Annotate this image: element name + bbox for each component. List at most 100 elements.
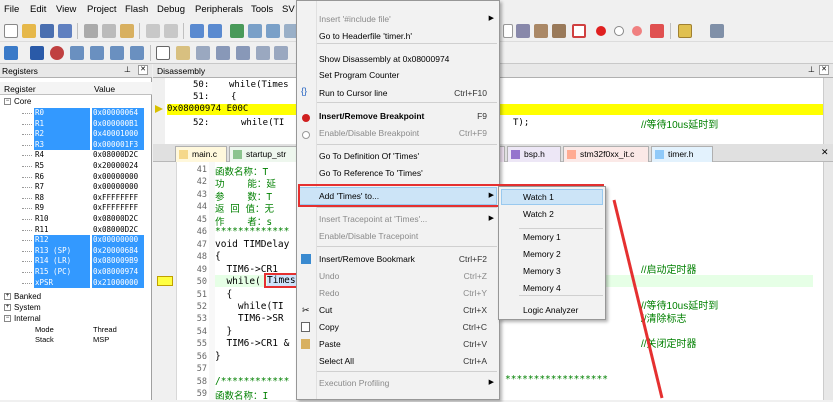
- code-line[interactable]: }: [215, 326, 232, 337]
- tab-bsp-h[interactable]: bsp.h: [507, 146, 561, 162]
- group-banked[interactable]: + Banked: [4, 292, 41, 303]
- column-register[interactable]: Register: [4, 84, 36, 94]
- register-value[interactable]: 0xFFFFFFFF: [92, 193, 144, 204]
- register-value[interactable]: 0xFFFFFFFF: [92, 203, 144, 214]
- register-value[interactable]: 0x000001F3: [92, 139, 144, 151]
- menu-tools[interactable]: Tools: [251, 4, 273, 15]
- register-value[interactable]: 0x40001000: [92, 129, 144, 140]
- context-menu-item[interactable]: Copy Ctrl+C: [297, 319, 499, 335]
- register-row[interactable]: R12 0x00000000: [0, 235, 152, 246]
- new-file-icon[interactable]: [4, 24, 18, 38]
- watch-window-icon[interactable]: [256, 46, 270, 60]
- debug-session-icon[interactable]: [572, 24, 586, 38]
- step-out-icon[interactable]: [110, 46, 124, 60]
- command-window-icon[interactable]: [156, 46, 170, 60]
- register-row[interactable]: R4 0x08000D2C: [0, 150, 152, 161]
- browse-icon[interactable]: [552, 24, 566, 38]
- target-dropdown[interactable]: [503, 24, 513, 38]
- context-menu-item[interactable]: Paste Ctrl+V: [297, 336, 499, 352]
- open-folder-icon[interactable]: [22, 24, 36, 38]
- code-line[interactable]: TIM6->CR1 &: [215, 338, 289, 349]
- register-value[interactable]: 0x00000000: [92, 172, 144, 183]
- run-to-cursor-icon[interactable]: [130, 46, 144, 60]
- reset-icon[interactable]: [4, 46, 18, 60]
- tab-timer-h[interactable]: timer.h: [651, 146, 713, 162]
- editor-scrollbar[interactable]: [823, 162, 833, 400]
- context-menu-item[interactable]: Go To Reference To 'Times': [297, 165, 499, 181]
- register-row[interactable]: R1 0x000000B1: [0, 118, 152, 130]
- code-line[interactable]: }: [215, 351, 221, 362]
- tab-main-c[interactable]: main.c: [175, 146, 227, 162]
- context-menu-item[interactable]: Insert/Remove Breakpoint F9: [297, 108, 499, 124]
- submenu-item[interactable]: Logic Analyzer: [499, 302, 605, 318]
- register-value[interactable]: 0x08000D2C: [92, 214, 144, 225]
- register-value[interactable]: 0x00000000: [92, 235, 144, 246]
- tab-startup[interactable]: startup_str: [229, 146, 299, 162]
- register-row[interactable]: R2 0x40001000: [0, 129, 152, 140]
- call-stack-window-icon[interactable]: [236, 46, 250, 60]
- close-icon[interactable]: ✕: [819, 65, 829, 75]
- stop-icon[interactable]: [50, 46, 64, 60]
- context-menu-item[interactable]: Run to Cursor line Ctrl+F10: [297, 85, 499, 101]
- times-selected-word[interactable]: Times: [267, 275, 296, 286]
- collapse-icon[interactable]: −: [4, 315, 11, 323]
- code-line[interactable]: while(: [215, 276, 260, 287]
- submenu-item[interactable]: Memory 3: [499, 263, 605, 279]
- copy-icon[interactable]: [102, 24, 116, 38]
- code-line[interactable]: /************: [215, 376, 289, 387]
- register-value[interactable]: 0x08000974: [92, 267, 144, 278]
- breakpoint-kill-all-icon[interactable]: [650, 24, 664, 38]
- submenu-item[interactable]: Memory 1: [499, 229, 605, 245]
- register-row[interactable]: R0 0x00000064: [0, 108, 152, 119]
- register-row[interactable]: R10 0x08000D2C: [0, 214, 152, 225]
- expand-icon[interactable]: +: [4, 304, 11, 312]
- save-icon[interactable]: [40, 24, 54, 38]
- code-line[interactable]: TIM6->SR: [215, 313, 284, 324]
- configure-icon[interactable]: [710, 24, 724, 38]
- menu-project[interactable]: Project: [87, 4, 117, 15]
- symbols-window-icon[interactable]: [196, 46, 210, 60]
- register-value[interactable]: 0x20000024: [92, 161, 144, 172]
- disassembly-window-icon[interactable]: [176, 46, 190, 60]
- pin-icon[interactable]: ⊥: [124, 65, 131, 74]
- window-layout-icon[interactable]: [678, 24, 692, 38]
- undo-icon[interactable]: [146, 24, 160, 38]
- group-system[interactable]: + System: [4, 303, 41, 314]
- menu-flash[interactable]: Flash: [125, 4, 148, 15]
- tabs-close-icon[interactable]: ✕: [821, 147, 829, 158]
- register-value[interactable]: 0x000000B1: [92, 118, 144, 130]
- run-icon[interactable]: [30, 46, 44, 60]
- code-line[interactable]: *************: [215, 226, 289, 237]
- context-menu-item[interactable]: Show Disassembly at 0x08000974: [297, 51, 499, 67]
- context-menu-item[interactable]: Insert/Remove Bookmark Ctrl+F2: [297, 251, 499, 267]
- code-line[interactable]: while(TI: [215, 301, 284, 312]
- nav-back-icon[interactable]: [190, 24, 204, 38]
- submenu-item[interactable]: Memory 4: [499, 280, 605, 296]
- step-over-icon[interactable]: [90, 46, 104, 60]
- register-row[interactable]: R6 0x00000000: [0, 172, 152, 183]
- window-layout-dropdown[interactable]: [696, 24, 704, 38]
- collapse-icon[interactable]: −: [4, 98, 11, 106]
- register-value[interactable]: 0x080009B9: [92, 256, 144, 267]
- register-row[interactable]: R14 (LR) 0x080009B9: [0, 256, 152, 267]
- breakpoint-icon[interactable]: [596, 26, 606, 36]
- register-row[interactable]: R7 0x00000000: [0, 182, 152, 193]
- register-row[interactable]: xPSR 0x21000000: [0, 277, 152, 289]
- menu-debug[interactable]: Debug: [157, 4, 185, 15]
- menu-peripherals[interactable]: Peripherals: [195, 4, 243, 15]
- close-icon[interactable]: ✕: [138, 65, 148, 75]
- submenu-item[interactable]: Watch 2: [499, 206, 605, 222]
- pin-icon[interactable]: ⊥: [808, 65, 815, 74]
- register-row[interactable]: R15 (PC) 0x08000974: [0, 267, 152, 278]
- expand-icon[interactable]: +: [4, 293, 11, 301]
- breakpoint-disable-all-icon[interactable]: [632, 26, 642, 36]
- register-row[interactable]: R11 0x08000D2C: [0, 225, 152, 236]
- code-line[interactable]: void TIMDelay: [215, 239, 289, 250]
- code-line[interactable]: {: [215, 251, 221, 262]
- register-row[interactable]: R8 0xFFFFFFFF: [0, 193, 152, 204]
- menu-view[interactable]: View: [56, 4, 76, 15]
- register-value[interactable]: 0x20000684: [92, 245, 144, 257]
- current-address[interactable]: 0x08000974 E00C: [167, 104, 248, 114]
- cut-icon[interactable]: [84, 24, 98, 38]
- save-all-icon[interactable]: [58, 24, 72, 38]
